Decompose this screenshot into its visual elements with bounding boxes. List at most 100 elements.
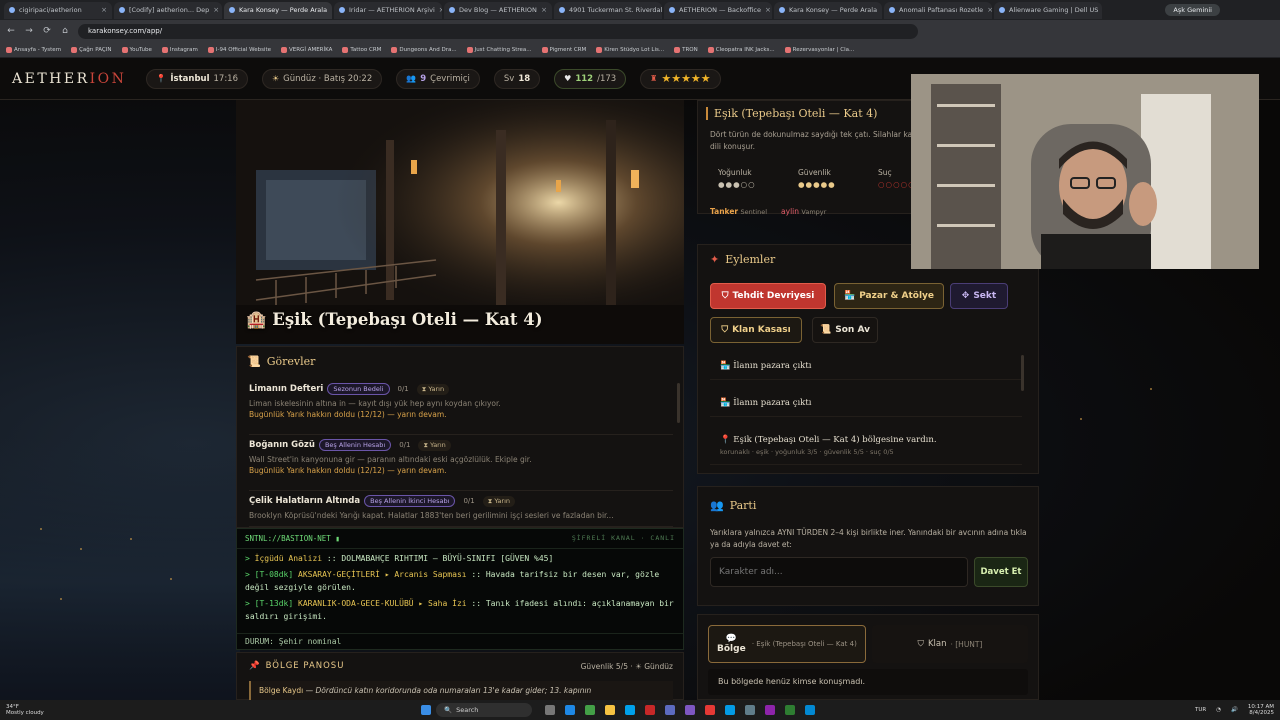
- last-hunt-button[interactable]: 📜 Son Av: [812, 317, 878, 343]
- browser-tab[interactable]: AETHERION — Backoffice ×: [664, 1, 772, 19]
- bookmark-item[interactable]: Çağrı PAÇIN: [71, 46, 112, 53]
- favicon-icon: [229, 7, 235, 13]
- board-title: BÖLGE PANOSU: [265, 661, 345, 671]
- browser-tab[interactable]: Kara Konsey — Perde Arala×: [774, 1, 882, 19]
- bookmark-item[interactable]: Pigment CRM: [541, 46, 586, 53]
- app-icon[interactable]: [645, 705, 655, 715]
- app-icon[interactable]: [665, 705, 675, 715]
- task-view-icon[interactable]: [545, 705, 555, 715]
- bookmark-item[interactable]: Just Chatting Strea...: [466, 46, 532, 53]
- volume-icon[interactable]: 🔊: [1231, 707, 1238, 713]
- profile-button[interactable]: Aşk Geminii: [1165, 4, 1220, 16]
- quest-scrollbar[interactable]: [677, 383, 680, 423]
- clock[interactable]: 10:17 AM 8/4/2025: [1248, 704, 1274, 716]
- character-name-input[interactable]: [710, 557, 968, 587]
- heart-icon: ♥: [564, 74, 572, 83]
- back-icon[interactable]: ←: [6, 26, 16, 36]
- browser-tab[interactable]: Dev Blog — AETHERION ×: [444, 1, 552, 19]
- quest-arc-badge[interactable]: Beş Allenin Hesabı: [318, 439, 392, 451]
- app-icon[interactable]: [725, 705, 735, 715]
- online-chip[interactable]: 👥 9 Çevrimiçi: [396, 68, 480, 89]
- tab-region-chat[interactable]: 💬 Bölge · Eşik (Tepebaşı Oteli — Kat 4): [708, 625, 866, 663]
- log-text: İlanın pazara çıktı: [733, 398, 812, 408]
- browser-tab[interactable]: [Codify] aetherion... Dep ×: [114, 1, 222, 19]
- forward-icon[interactable]: →: [24, 26, 34, 36]
- bookmark-item[interactable]: Ansayfa - Tystem: [6, 46, 61, 53]
- browser-tab[interactable]: Kara Konsey — Perde Arala×: [224, 1, 332, 19]
- app-icon[interactable]: [765, 705, 775, 715]
- home-icon[interactable]: ⌂: [60, 26, 70, 36]
- browser-tab[interactable]: 4901 Tuckerman St. Riverdal×: [554, 1, 662, 19]
- terminal-status: DURUM: Şehir nominal: [237, 633, 683, 649]
- rank-icon: ♜: [650, 74, 658, 83]
- language-indicator[interactable]: TUR: [1195, 707, 1206, 713]
- edge-icon[interactable]: [565, 705, 575, 715]
- line-tag: KARANLIK-ODA-GECE-KULÜBÜ ▸ Saha İzi: [298, 599, 467, 608]
- favicon-icon: [779, 7, 785, 13]
- bookmark-item[interactable]: Tattoo CRM: [342, 46, 381, 53]
- log-scrollbar[interactable]: [1021, 355, 1024, 391]
- market-icon: 🏪: [720, 398, 731, 408]
- reload-icon[interactable]: ⟳: [42, 26, 52, 36]
- browser-tab[interactable]: Iridar — AETHERION Arşivi ×: [334, 1, 442, 19]
- wifi-icon[interactable]: ◔: [1216, 707, 1221, 713]
- bookmark-item[interactable]: I-94 Official Website: [207, 46, 271, 53]
- app-icon[interactable]: [785, 705, 795, 715]
- bookmark-item[interactable]: Cleopatra INK Jacks...: [707, 46, 775, 53]
- close-icon[interactable]: ×: [881, 6, 882, 14]
- quest-cooldown-pill: ⧗ Yarın: [418, 439, 451, 451]
- terminal-line: > [T-08dk] AKSARAY-GEÇİTLERİ ▸ Arcanis S…: [237, 565, 683, 594]
- close-icon[interactable]: ×: [331, 6, 332, 14]
- close-icon[interactable]: ×: [765, 6, 771, 14]
- bookmark-item[interactable]: VERGİ AMERİKA: [281, 46, 332, 53]
- quest-arc-badge[interactable]: Beş Allenin İkinci Hesabı: [364, 495, 456, 507]
- app-icon[interactable]: [745, 705, 755, 715]
- clan-vault-button[interactable]: ⛉ Klan Kasası: [710, 317, 802, 343]
- quest-arc-badge[interactable]: Sezonun Bedeli: [327, 383, 390, 395]
- weather-widget[interactable]: 34°F Mostly cloudy: [6, 704, 126, 716]
- skype-icon[interactable]: [625, 705, 635, 715]
- explorer-icon[interactable]: [605, 705, 615, 715]
- bookmark-favicon-icon: [541, 46, 548, 53]
- app-logo[interactable]: AETHERION: [12, 71, 126, 87]
- taskbar-search[interactable]: 🔍 Search: [436, 703, 532, 717]
- daypart-text: Gündüz · Batış 20:22: [283, 73, 373, 84]
- button-label: Klan Kasası: [732, 325, 791, 335]
- zone-stat: Yoğunluk ●●●○○: [718, 167, 756, 191]
- close-icon[interactable]: ×: [541, 6, 547, 14]
- button-label: Sekt: [973, 291, 997, 301]
- close-icon[interactable]: ×: [439, 6, 442, 14]
- app-icon[interactable]: [705, 705, 715, 715]
- browser-tab[interactable]: cigiripaci/aetherion ×: [4, 1, 112, 19]
- close-icon[interactable]: ×: [101, 6, 107, 14]
- city-name: İstanbul: [170, 73, 210, 84]
- market-workshop-button[interactable]: 🏪 Pazar & Atölye: [834, 283, 944, 309]
- chrome-icon[interactable]: [585, 705, 595, 715]
- quest-item[interactable]: Boğanın Gözü Beş Allenin Hesabı 0/1 ⧗ Yarın…: [249, 439, 673, 491]
- bookmark-item[interactable]: Dungeons And Dra...: [391, 46, 457, 53]
- browser-tab[interactable]: Anomali Paftanası Rozetle ×: [884, 1, 992, 19]
- bookmark-item[interactable]: Kiren Stüdyo Lot Lis...: [596, 46, 664, 53]
- bookmark-item[interactable]: YouTube: [121, 46, 152, 53]
- bookmark-item[interactable]: Rezervasyonlar | Cla...: [784, 46, 854, 53]
- browser-tab[interactable]: Alienware Gaming | Dell US×: [994, 1, 1102, 19]
- player-entry[interactable]: aylin Vampyr: [781, 207, 826, 216]
- player-name: Tanker: [710, 207, 739, 216]
- app-icon[interactable]: [685, 705, 695, 715]
- app-icon[interactable]: [805, 705, 815, 715]
- close-icon[interactable]: ×: [213, 6, 219, 14]
- tab-clan-chat[interactable]: ⛉ Klan · [HUNT]: [872, 625, 1028, 663]
- url-field[interactable]: karakonsey.com/app/: [78, 23, 918, 39]
- invite-button[interactable]: Davet Et: [974, 557, 1028, 587]
- quest-item[interactable]: Limanın Defteri Sezonun Bedeli 0/1 ⧗ Yarın L…: [249, 383, 673, 435]
- close-icon[interactable]: ×: [987, 6, 992, 14]
- sect-button[interactable]: ✥ Sekt: [950, 283, 1008, 309]
- quest-item[interactable]: Çelik Halatların Altında Beş Allenin İkin…: [249, 495, 673, 527]
- board-entry-text: — Dördüncü katın koridorunda oda numaral…: [305, 686, 592, 695]
- start-icon[interactable]: [421, 705, 431, 715]
- bookmark-item[interactable]: Instagram: [161, 46, 198, 53]
- threat-patrol-button[interactable]: ⛉ Tehdit Devriyesi: [710, 283, 826, 309]
- location-chip[interactable]: 📍 İstanbul 17:16: [146, 68, 248, 89]
- player-entry[interactable]: Tanker Sentinel: [710, 207, 767, 216]
- bookmark-item[interactable]: TRON: [674, 46, 698, 53]
